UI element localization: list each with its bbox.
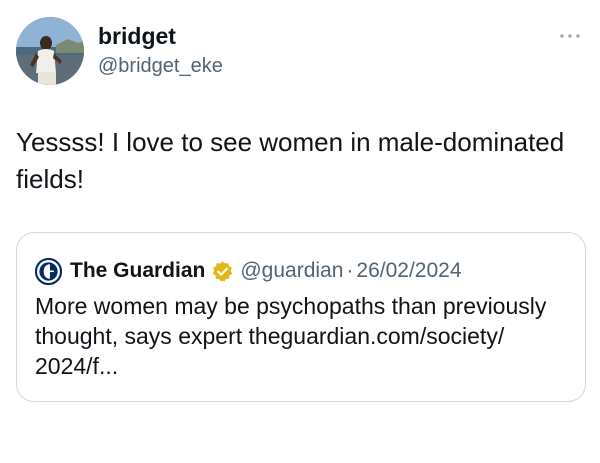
more-horizontal-icon[interactable] xyxy=(558,30,582,42)
avatar-photo xyxy=(16,17,84,85)
quoted-tweet[interactable]: The Guardian @guardian · 26/02/2024 More… xyxy=(16,232,586,402)
quoted-author-handle[interactable]: @guardian xyxy=(240,259,343,283)
quoted-tweet-date[interactable]: 26/02/2024 xyxy=(356,259,461,283)
quoted-author-name[interactable]: The Guardian xyxy=(70,259,205,283)
quoted-tweet-text: More women may be psychopaths than previ… xyxy=(35,293,547,379)
author-name[interactable]: bridget xyxy=(98,23,176,49)
dot-separator: · xyxy=(346,259,354,282)
author-avatar[interactable] xyxy=(16,17,84,85)
verified-gold-badge-icon xyxy=(213,260,233,282)
guardian-logo-icon[interactable] xyxy=(35,257,62,285)
author-handle[interactable]: @bridget_eke xyxy=(98,55,223,77)
quoted-tweet-header: The Guardian @guardian · 26/02/2024 xyxy=(35,257,462,285)
tweet-card: bridget @bridget_eke Yessss! I love to s… xyxy=(0,0,600,463)
tweet-text: Yessss! I love to see women in male-domi… xyxy=(16,127,565,194)
